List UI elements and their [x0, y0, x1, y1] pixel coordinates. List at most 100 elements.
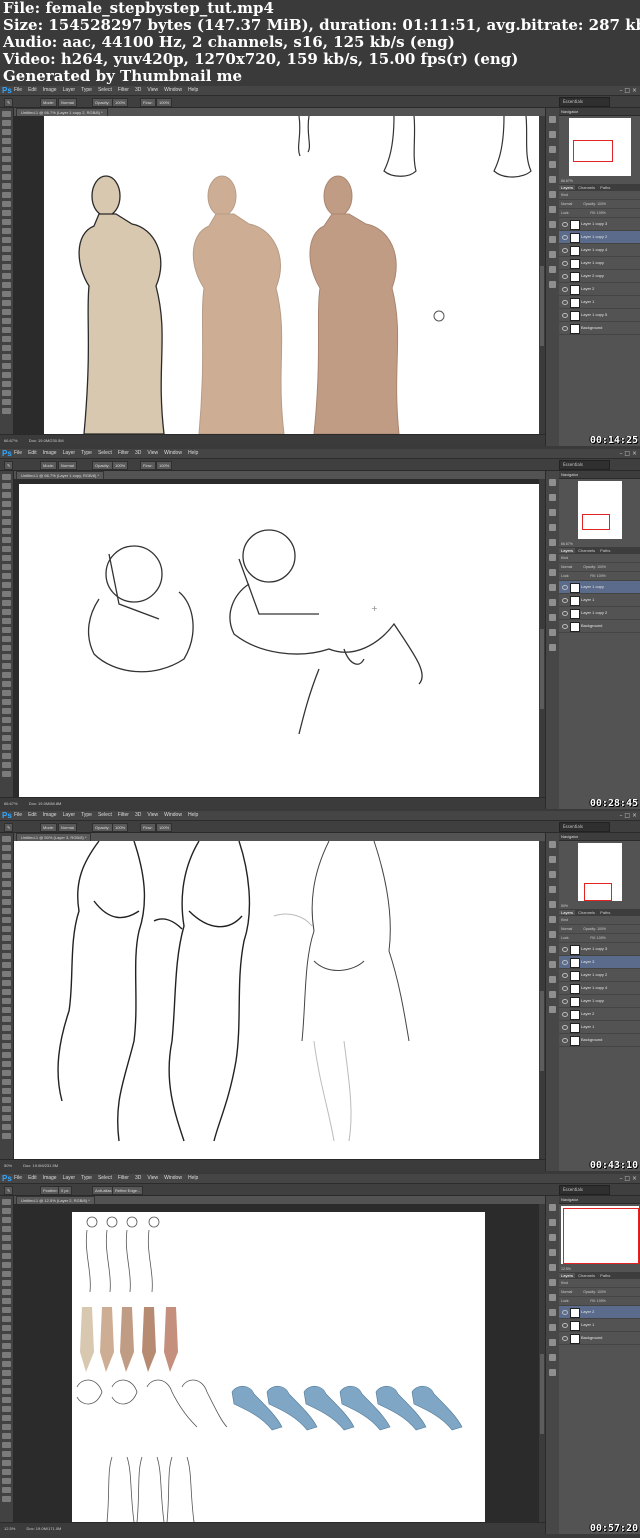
status-zoom[interactable]: 66.67%: [4, 801, 18, 806]
eye-icon[interactable]: [562, 326, 568, 331]
option-2[interactable]: Opacity:: [92, 823, 113, 832]
panel-icon[interactable]: [549, 961, 556, 968]
layer-row[interactable]: Layer 1 copy: [559, 995, 640, 1008]
panel-icon[interactable]: [549, 931, 556, 938]
layer-row[interactable]: Layer 2: [559, 1306, 640, 1319]
eye-icon[interactable]: [562, 287, 568, 292]
tool-icon[interactable]: [2, 1235, 11, 1241]
panel-icon[interactable]: [549, 1264, 556, 1271]
tool-icon[interactable]: [2, 1397, 11, 1403]
tool-icon[interactable]: [2, 699, 11, 705]
workspace-switcher[interactable]: Essentials: [559, 97, 610, 107]
panel-icon[interactable]: [549, 266, 556, 273]
menu-type[interactable]: Type: [81, 450, 92, 456]
panel-icon[interactable]: [549, 976, 556, 983]
eye-icon[interactable]: [562, 1025, 568, 1030]
panel-icon[interactable]: [549, 991, 556, 998]
panel-icon[interactable]: [549, 1006, 556, 1013]
tool-icon[interactable]: [2, 636, 11, 642]
menu-image[interactable]: Image: [43, 87, 57, 93]
panel-icon[interactable]: [549, 1339, 556, 1346]
tool-icon[interactable]: [2, 908, 11, 914]
tool-icon[interactable]: [2, 372, 11, 378]
tool-icon[interactable]: [2, 318, 11, 324]
tool-icon[interactable]: [2, 1244, 11, 1250]
menu-layer[interactable]: Layer: [63, 87, 76, 93]
menu-edit[interactable]: Edit: [28, 450, 37, 456]
window-controls[interactable]: – □ ×: [619, 87, 637, 94]
menu-image[interactable]: Image: [43, 450, 57, 456]
tool-icon[interactable]: [2, 327, 11, 333]
option-2[interactable]: Opacity:: [92, 461, 113, 470]
tool-icon[interactable]: [2, 183, 11, 189]
eye-icon[interactable]: [562, 611, 568, 616]
tool-icon[interactable]: [2, 291, 11, 297]
option-3[interactable]: 100%: [112, 98, 129, 107]
tool-icon[interactable]: [2, 528, 11, 534]
menu-3d[interactable]: 3D: [135, 450, 141, 456]
menu-filter[interactable]: Filter: [118, 812, 129, 818]
tool-icon[interactable]: [2, 354, 11, 360]
tool-icon[interactable]: [2, 717, 11, 723]
eye-icon[interactable]: [562, 248, 568, 253]
menu-view[interactable]: View: [147, 812, 158, 818]
tool-icon[interactable]: [2, 771, 11, 777]
layer-row[interactable]: Background: [559, 322, 640, 335]
layer-row[interactable]: Layer 1 copy 4: [559, 982, 640, 995]
menu-filter[interactable]: Filter: [118, 1175, 129, 1181]
panel-icon[interactable]: [549, 856, 556, 863]
status-zoom[interactable]: 12.5%: [4, 1526, 15, 1531]
tool-icon[interactable]: [2, 618, 11, 624]
panel-icon[interactable]: [549, 554, 556, 561]
layer-row[interactable]: Layer 1 copy 3: [559, 943, 640, 956]
tool-icon[interactable]: [2, 300, 11, 306]
navigator-tab[interactable]: Navigator: [559, 108, 640, 116]
tool-icon[interactable]: [2, 1079, 11, 1085]
tool-icon[interactable]: [2, 1007, 11, 1013]
menu-filter[interactable]: Filter: [118, 450, 129, 456]
option-1[interactable]: 0 px: [58, 1186, 72, 1195]
eye-icon[interactable]: [562, 1323, 568, 1328]
tool-icon[interactable]: [2, 591, 11, 597]
menu-edit[interactable]: Edit: [28, 87, 37, 93]
panel-icon[interactable]: [549, 584, 556, 591]
tool-icon[interactable]: [2, 881, 11, 887]
tool-icon[interactable]: [2, 627, 11, 633]
tool-icon[interactable]: [2, 863, 11, 869]
panel-icon[interactable]: [549, 901, 556, 908]
document-canvas[interactable]: [44, 116, 539, 434]
menu-type[interactable]: Type: [81, 1175, 92, 1181]
tool-icon[interactable]: [2, 962, 11, 968]
tool-icon[interactable]: [2, 899, 11, 905]
panel-icon[interactable]: [549, 1279, 556, 1286]
tool-icon[interactable]: [2, 1034, 11, 1040]
tool-preset-icon[interactable]: ✎: [4, 823, 14, 832]
menu-view[interactable]: View: [147, 450, 158, 456]
tool-icon[interactable]: [2, 1052, 11, 1058]
tab-layers[interactable]: Layers: [559, 910, 576, 915]
panel-icon[interactable]: [549, 524, 556, 531]
menu-edit[interactable]: Edit: [28, 1175, 37, 1181]
menu-edit[interactable]: Edit: [28, 812, 37, 818]
navigator-preview[interactable]: [560, 1206, 639, 1264]
navigator-preview[interactable]: [577, 481, 622, 539]
eye-icon[interactable]: [562, 300, 568, 305]
eye-icon[interactable]: [562, 598, 568, 603]
scroll-thumb[interactable]: [540, 629, 544, 709]
menu-type[interactable]: Type: [81, 812, 92, 818]
workspace-switcher[interactable]: Essentials: [559, 822, 610, 832]
navigator-preview[interactable]: [577, 843, 622, 901]
window-controls[interactable]: – □ ×: [619, 1175, 637, 1182]
tool-icon[interactable]: [2, 971, 11, 977]
window-controls[interactable]: – □ ×: [619, 450, 637, 457]
tool-icon[interactable]: [2, 1199, 11, 1205]
option-3[interactable]: 100%: [112, 461, 129, 470]
tool-icon[interactable]: [2, 762, 11, 768]
tool-icon[interactable]: [2, 1352, 11, 1358]
option-3[interactable]: Refine Edge...: [112, 1186, 144, 1195]
tool-icon[interactable]: [2, 708, 11, 714]
tool-icon[interactable]: [2, 1043, 11, 1049]
tool-icon[interactable]: [2, 944, 11, 950]
tool-icon[interactable]: [2, 690, 11, 696]
layer-row[interactable]: Layer 2: [559, 283, 640, 296]
